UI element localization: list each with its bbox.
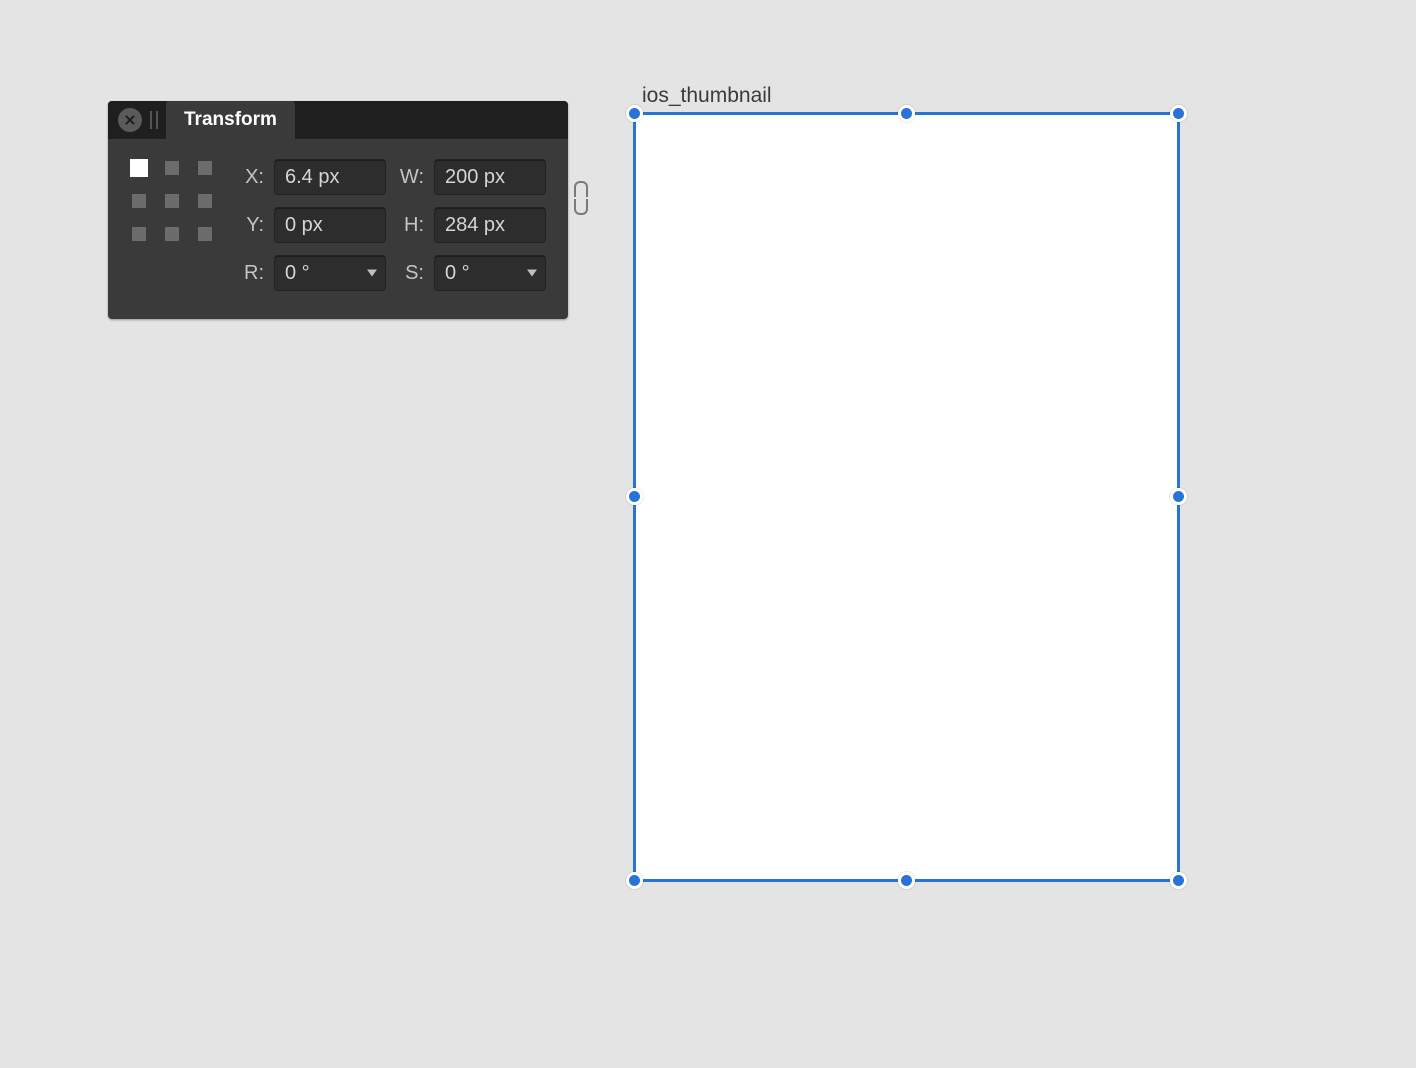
h-label: H:	[396, 214, 424, 237]
handle-bottom-left[interactable]	[626, 872, 643, 889]
transform-panel: Transform X: 6.4 px W: 200 px Y: 0 px H:…	[108, 101, 568, 319]
reference-point-picker[interactable]	[132, 161, 212, 241]
refpoint-bottom-center[interactable]	[165, 227, 179, 241]
link-dimensions-wrapper	[570, 157, 588, 239]
close-panel-button[interactable]	[118, 108, 142, 132]
handle-top-center[interactable]	[898, 105, 915, 122]
transform-grid: X: 6.4 px W: 200 px Y: 0 px H: 284 px R:…	[236, 157, 546, 293]
handle-top-left[interactable]	[626, 105, 643, 122]
tab-label: Transform	[184, 109, 277, 131]
refpoint-bottom-right[interactable]	[198, 227, 212, 241]
refpoint-top-center[interactable]	[165, 161, 179, 175]
x-label: X:	[236, 166, 264, 189]
handle-bottom-center[interactable]	[898, 872, 915, 889]
handle-middle-left[interactable]	[626, 488, 643, 505]
artboard-name-label[interactable]: ios_thumbnail	[642, 84, 772, 108]
y-label: Y:	[236, 214, 264, 237]
s-label: S:	[396, 262, 424, 285]
refpoint-top-right[interactable]	[198, 161, 212, 175]
y-input[interactable]: 0 px	[274, 207, 386, 243]
handle-middle-right[interactable]	[1170, 488, 1187, 505]
refpoint-middle-right[interactable]	[198, 194, 212, 208]
refpoint-middle-left[interactable]	[132, 194, 146, 208]
h-input[interactable]: 284 px	[434, 207, 546, 243]
w-label: W:	[396, 166, 424, 189]
chevron-down-icon	[527, 270, 537, 277]
w-input[interactable]: 200 px	[434, 159, 546, 195]
r-label: R:	[236, 262, 264, 285]
x-input[interactable]: 6.4 px	[274, 159, 386, 195]
refpoint-top-left[interactable]	[130, 159, 148, 177]
panel-body: X: 6.4 px W: 200 px Y: 0 px H: 284 px R:…	[108, 139, 568, 293]
rotation-input[interactable]: 0 °	[274, 255, 386, 291]
refpoint-bottom-left[interactable]	[132, 227, 146, 241]
tab-transform[interactable]: Transform	[166, 101, 295, 139]
panel-tabbar: Transform	[108, 101, 568, 139]
link-icon[interactable]	[570, 181, 588, 215]
artboard[interactable]	[633, 112, 1180, 882]
handle-top-right[interactable]	[1170, 105, 1187, 122]
handle-bottom-right[interactable]	[1170, 872, 1187, 889]
refpoint-center[interactable]	[165, 194, 179, 208]
chevron-down-icon	[367, 270, 377, 277]
panel-drag-handle[interactable]	[150, 111, 158, 129]
shear-input[interactable]: 0 °	[434, 255, 546, 291]
